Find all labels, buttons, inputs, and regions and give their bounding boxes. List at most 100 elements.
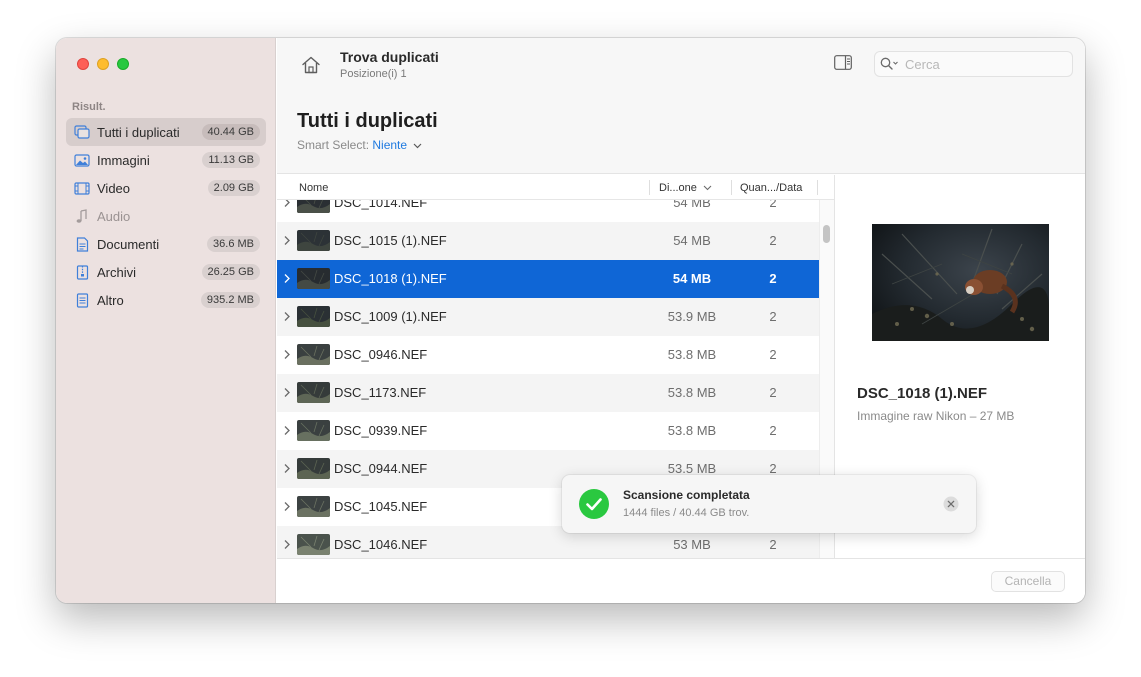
chevron-right-icon[interactable] bbox=[283, 311, 291, 322]
preview-file-description: Immagine raw Nikon – 27 MB bbox=[857, 409, 1015, 423]
minimize-window-button[interactable] bbox=[97, 58, 109, 70]
sidebar-item-label: Archivi bbox=[97, 264, 137, 280]
header-subtitle: Posizione(i) 1 bbox=[340, 68, 407, 80]
chevron-right-icon[interactable] bbox=[283, 273, 291, 284]
file-size: 54 MB bbox=[672, 271, 712, 286]
smart-select-label: Smart Select: bbox=[297, 138, 370, 152]
close-icon[interactable] bbox=[943, 496, 959, 512]
chevron-right-icon[interactable] bbox=[283, 349, 291, 360]
toast-title: Scansione completata bbox=[623, 488, 750, 502]
duplicate-count: 2 bbox=[769, 537, 777, 552]
column-size-header[interactable]: Di...one bbox=[659, 182, 712, 194]
table-row[interactable]: DSC_1015 (1).NEF 54 MB 2 bbox=[277, 222, 819, 260]
chevron-right-icon[interactable] bbox=[283, 463, 291, 474]
column-name-header[interactable]: Nome bbox=[299, 182, 328, 194]
sidebar-item-archivi[interactable]: Archivi 26.25 GB bbox=[66, 258, 266, 286]
music-note-icon bbox=[74, 208, 90, 224]
file-name: DSC_1045.NEF bbox=[334, 499, 428, 514]
scrollbar-thumb[interactable] bbox=[823, 225, 830, 243]
toast-subtitle: 1444 files / 40.44 GB trov. bbox=[623, 507, 750, 519]
sidebar-item-immagini[interactable]: Immagini 11.13 GB bbox=[66, 146, 266, 174]
sidebar-item-label: Altro bbox=[97, 292, 124, 308]
window-controls bbox=[77, 58, 129, 70]
sidebar-item-label: Video bbox=[97, 180, 131, 196]
preview-file-name: DSC_1018 (1).NEF bbox=[857, 385, 988, 402]
table-row[interactable]: DSC_0939.NEF 53.8 MB 2 bbox=[277, 412, 819, 450]
table-row[interactable]: DSC_1018 (1).NEF 54 MB 2 bbox=[277, 260, 819, 298]
file-thumbnail bbox=[297, 268, 330, 289]
home-icon[interactable] bbox=[300, 54, 322, 76]
sidebar-item-label: Documenti bbox=[97, 236, 160, 252]
file-name: DSC_1009 (1).NEF bbox=[334, 309, 447, 324]
file-thumbnail bbox=[297, 420, 330, 441]
table-row[interactable]: DSC_1009 (1).NEF 53.9 MB 2 bbox=[277, 298, 819, 336]
column-qty-header[interactable]: Quan.../Data bbox=[740, 182, 802, 194]
image-icon bbox=[74, 152, 90, 168]
sidebar-item-tutti-i-duplicati[interactable]: Tutti i duplicati 40.44 GB bbox=[66, 118, 266, 146]
file-thumbnail bbox=[297, 382, 330, 403]
smart-select-dropdown[interactable]: Niente bbox=[372, 138, 407, 152]
sidebar-toggle-icon[interactable] bbox=[834, 55, 852, 70]
duplicate-count: 2 bbox=[769, 423, 777, 438]
duplicate-count: 2 bbox=[769, 233, 777, 248]
checkmark-circle-icon bbox=[579, 489, 609, 519]
smart-select: Smart Select: Niente bbox=[297, 138, 422, 152]
file-thumbnail bbox=[297, 534, 330, 555]
duplicates-icon bbox=[74, 124, 90, 140]
sidebar-list: Tutti i duplicati 40.44 GB Immagini 11.13 G… bbox=[66, 118, 266, 314]
search-field[interactable] bbox=[874, 51, 1073, 77]
cancel-button[interactable]: Cancella bbox=[991, 571, 1065, 592]
search-input[interactable] bbox=[905, 56, 1065, 72]
video-icon bbox=[74, 180, 90, 196]
size-badge: 36.6 MB bbox=[207, 236, 260, 252]
sidebar-item-label: Tutti i duplicati bbox=[97, 124, 180, 140]
header-title: Trova duplicati bbox=[340, 49, 439, 65]
chevron-right-icon[interactable] bbox=[283, 235, 291, 246]
chevron-right-icon[interactable] bbox=[283, 501, 291, 512]
size-badge: 935.2 MB bbox=[200, 292, 260, 308]
column-separator bbox=[731, 180, 732, 195]
column-separator bbox=[817, 180, 818, 195]
table-row[interactable]: DSC_1173.NEF 53.8 MB 2 bbox=[277, 374, 819, 412]
file-size: 53 MB bbox=[673, 537, 711, 552]
duplicate-count: 2 bbox=[769, 385, 777, 400]
duplicate-count: 2 bbox=[769, 461, 777, 476]
file-size: 54 MB bbox=[673, 233, 711, 248]
page-title: Tutti i duplicati bbox=[297, 110, 438, 132]
close-window-button[interactable] bbox=[77, 58, 89, 70]
chevron-right-icon[interactable] bbox=[283, 425, 291, 436]
file-size: 53.8 MB bbox=[667, 385, 717, 400]
file-thumbnail bbox=[297, 496, 330, 517]
app-window: Risult. Tutti i duplicati 40.44 GB Immagin… bbox=[56, 38, 1085, 603]
size-badge: 11.13 GB bbox=[202, 152, 260, 168]
file-name: DSC_0946.NEF bbox=[334, 347, 428, 362]
column-size-label: Di...one bbox=[659, 182, 697, 194]
sidebar-item-video[interactable]: Video 2.09 GB bbox=[66, 174, 266, 202]
sidebar-item-altro[interactable]: Altro 935.2 MB bbox=[66, 286, 266, 314]
sidebar-item-label: Audio bbox=[97, 208, 131, 224]
chevron-right-icon[interactable] bbox=[283, 539, 291, 550]
file-name: DSC_1018 (1).NEF bbox=[334, 271, 447, 286]
file-size: 53.8 MB bbox=[667, 347, 717, 362]
file-size: 53.5 MB bbox=[667, 461, 717, 476]
size-badge: 26.25 GB bbox=[201, 264, 260, 280]
file-name: DSC_1173.NEF bbox=[334, 385, 427, 400]
file-name: DSC_1015 (1).NEF bbox=[334, 233, 447, 248]
chevron-right-icon[interactable] bbox=[283, 387, 291, 398]
header: Trova duplicati Posizione(i) 1 Tutti i d… bbox=[277, 38, 1085, 174]
file-size: 53.8 MB bbox=[667, 423, 717, 438]
duplicate-count: 2 bbox=[769, 347, 777, 362]
archive-icon bbox=[74, 264, 90, 280]
table-row[interactable]: DSC_0946.NEF 53.8 MB 2 bbox=[277, 336, 819, 374]
document-icon bbox=[74, 236, 90, 252]
sidebar-item-label: Immagini bbox=[97, 152, 150, 168]
search-icon bbox=[880, 57, 898, 70]
sidebar-item-audio[interactable]: Audio bbox=[66, 202, 266, 230]
table-header: Nome Di...one Quan.../Data bbox=[277, 175, 834, 200]
chevron-down-icon[interactable] bbox=[413, 143, 422, 149]
file-thumbnail bbox=[297, 230, 330, 251]
file-size: 53.9 MB bbox=[667, 309, 717, 324]
sidebar-section-label: Risult. bbox=[72, 101, 106, 113]
zoom-window-button[interactable] bbox=[117, 58, 129, 70]
sidebar-item-documenti[interactable]: Documenti 36.6 MB bbox=[66, 230, 266, 258]
